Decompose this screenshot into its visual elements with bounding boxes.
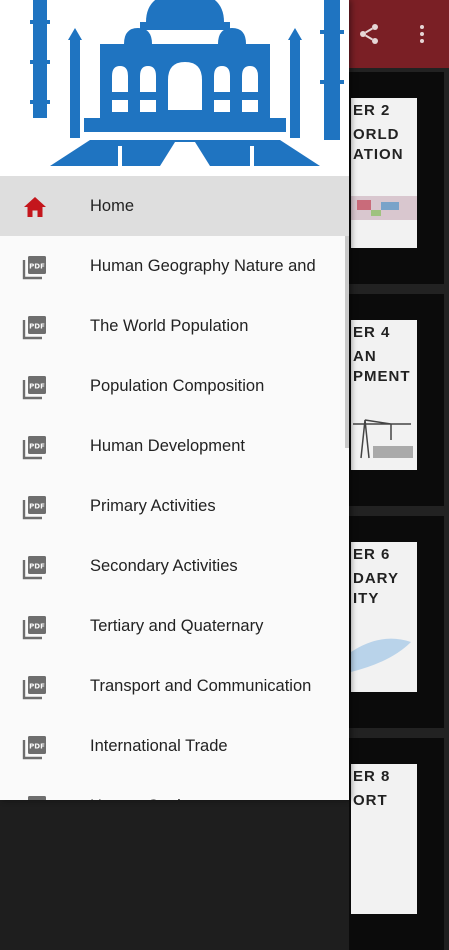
pdf-icon: PDF xyxy=(22,314,48,340)
pdf-icon: PDF xyxy=(22,794,48,800)
cover-text: DARY xyxy=(353,570,399,587)
svg-text:PDF: PDF xyxy=(29,563,45,571)
menu-item-label: Secondary Activities xyxy=(90,557,238,575)
menu-item-label: Home xyxy=(90,197,135,215)
cover-text: ORLD xyxy=(353,126,400,143)
menu-item-label: Human Development xyxy=(90,437,245,455)
navigation-drawer: Home PDF Human Geography Nature and PDF … xyxy=(0,0,349,800)
drawer-header xyxy=(0,0,349,176)
cover-text: ER 2 xyxy=(353,102,391,119)
chapter-cover: ER 2 ORLD ATION xyxy=(351,98,417,248)
map-illustration xyxy=(351,196,417,220)
chapter-card[interactable]: ER 8 ORT xyxy=(349,738,444,950)
menu-item-label: Population Composition xyxy=(90,377,265,395)
menu-item-label: Human Settlements xyxy=(90,776,235,800)
svg-text:PDF: PDF xyxy=(29,743,45,751)
pdf-icon: PDF xyxy=(22,734,48,760)
chapter-card[interactable]: ER 2 ORLD ATION xyxy=(349,72,444,284)
chapter-card[interactable]: ER 4 AN PMENT xyxy=(349,294,444,506)
menu-item-international-trade[interactable]: PDF International Trade xyxy=(0,716,349,776)
menu-item-label: Transport and Communication xyxy=(90,677,312,695)
more-vert-icon[interactable] xyxy=(410,22,434,46)
menu-item-transport-communication[interactable]: PDF Transport and Communication xyxy=(0,656,349,716)
menu-item-human-settlements[interactable]: PDF Human Settlements xyxy=(0,776,349,800)
chapter-cover: ER 4 AN PMENT xyxy=(351,320,417,470)
menu-item-label: Human Geography Nature and xyxy=(90,257,316,275)
svg-text:PDF: PDF xyxy=(29,263,45,271)
svg-text:PDF: PDF xyxy=(29,623,45,631)
pdf-icon: PDF xyxy=(22,254,48,280)
menu-item-tertiary-quaternary[interactable]: PDF Tertiary and Quaternary xyxy=(0,596,349,656)
hands-illustration xyxy=(351,638,411,672)
cover-text: ITY xyxy=(353,590,380,607)
home-icon xyxy=(22,194,48,220)
cover-text: ER 4 xyxy=(353,324,391,341)
menu-item-human-geography[interactable]: PDF Human Geography Nature and xyxy=(0,236,349,296)
pdf-icon: PDF xyxy=(22,614,48,640)
pdf-icon: PDF xyxy=(22,674,48,700)
menu-item-primary-activities[interactable]: PDF Primary Activities xyxy=(0,476,349,536)
menu-item-secondary-activities[interactable]: PDF Secondary Activities xyxy=(0,536,349,596)
menu-item-world-population[interactable]: PDF The World Population xyxy=(0,296,349,356)
pdf-icon: PDF xyxy=(22,374,48,400)
svg-text:PDF: PDF xyxy=(29,323,45,331)
svg-text:PDF: PDF xyxy=(29,443,45,451)
chapter-cover: ER 6 DARY ITY xyxy=(351,542,417,692)
crane-illustration xyxy=(353,419,413,459)
pdf-icon: PDF xyxy=(22,494,48,520)
chapter-grid: ER 2 ORLD ATION ER 4 AN PMENT ER 6 DARY … xyxy=(349,68,449,950)
svg-text:PDF: PDF xyxy=(29,683,45,691)
menu-item-label: Primary Activities xyxy=(90,497,216,515)
menu-item-home[interactable]: Home xyxy=(0,176,349,236)
menu-item-population-composition[interactable]: PDF Population Composition xyxy=(0,356,349,416)
chapter-cover: ER 8 ORT xyxy=(351,764,417,914)
cover-text: ER 6 xyxy=(353,546,391,563)
cover-text: AN xyxy=(353,348,377,365)
svg-text:PDF: PDF xyxy=(29,383,45,391)
taj-mahal-logo xyxy=(30,0,344,166)
pdf-icon: PDF xyxy=(22,434,48,460)
share-icon[interactable] xyxy=(357,22,381,46)
cover-text: ER 8 xyxy=(353,768,391,785)
cover-text: ATION xyxy=(353,146,404,163)
cover-text: PMENT xyxy=(353,368,411,385)
chapter-card[interactable]: ER 6 DARY ITY xyxy=(349,516,444,728)
drawer-menu: Home PDF Human Geography Nature and PDF … xyxy=(0,176,349,800)
cover-text: ORT xyxy=(353,792,388,809)
menu-item-human-development[interactable]: PDF Human Development xyxy=(0,416,349,476)
svg-text:PDF: PDF xyxy=(29,503,45,511)
menu-item-label: Tertiary and Quaternary xyxy=(90,617,264,635)
menu-item-label: International Trade xyxy=(90,737,228,755)
menu-item-label: The World Population xyxy=(90,317,249,335)
pdf-icon: PDF xyxy=(22,554,48,580)
